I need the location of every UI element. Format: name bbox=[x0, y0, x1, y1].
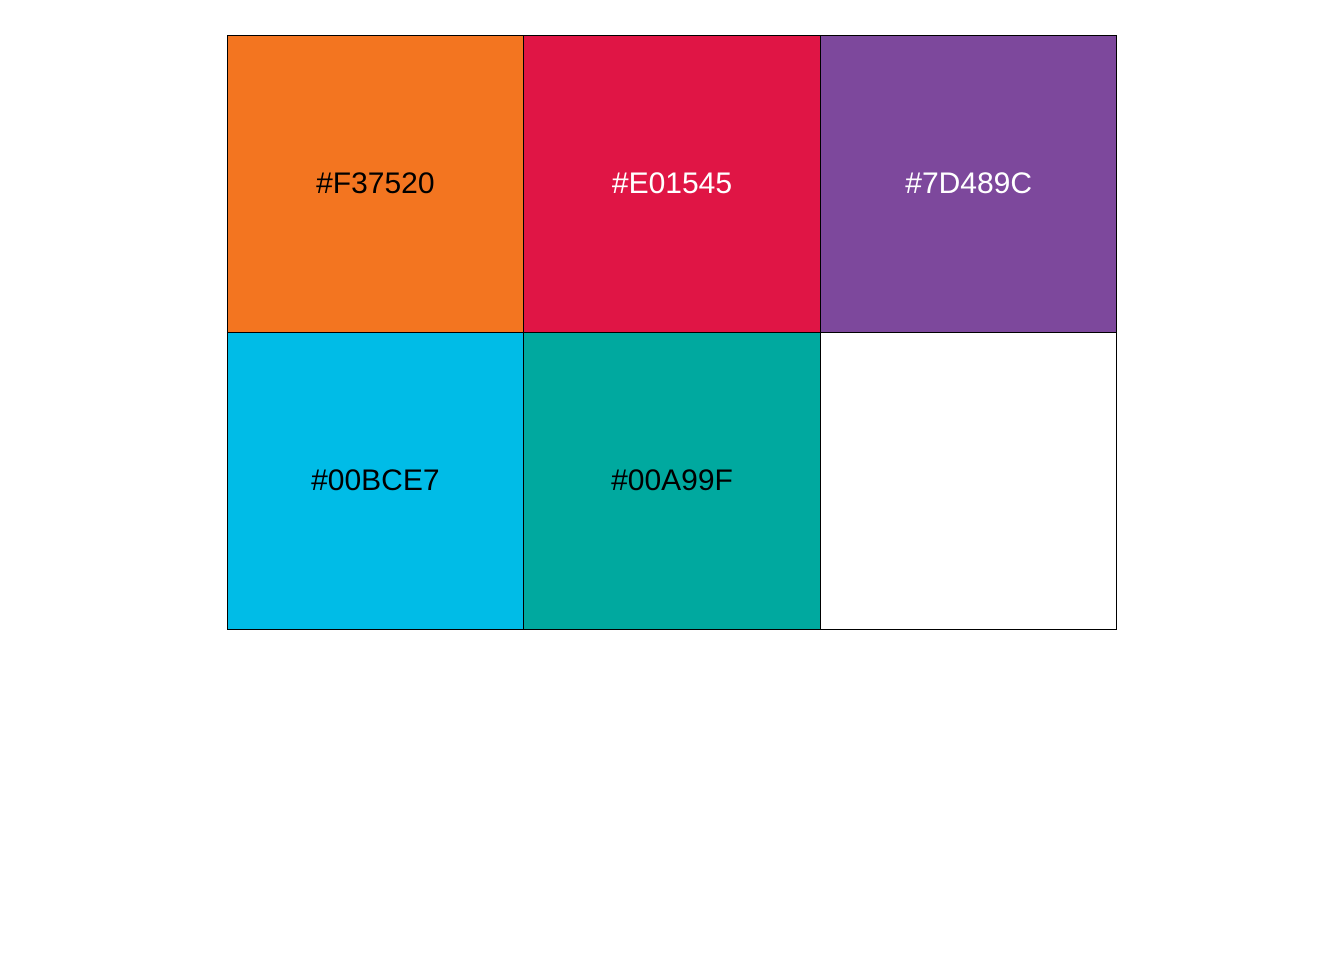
swatch-4: #00BCE7 bbox=[226, 331, 525, 630]
swatch-3: #7D489C bbox=[819, 34, 1118, 333]
swatch-1: #F37520 bbox=[226, 34, 525, 333]
swatch-2: #E01545 bbox=[523, 34, 821, 333]
swatch-empty bbox=[819, 331, 1118, 630]
swatch-5: #00A99F bbox=[523, 331, 821, 630]
palette-grid: #F37520 #E01545 #7D489C #00BCE7 #00A99F bbox=[226, 34, 1118, 630]
